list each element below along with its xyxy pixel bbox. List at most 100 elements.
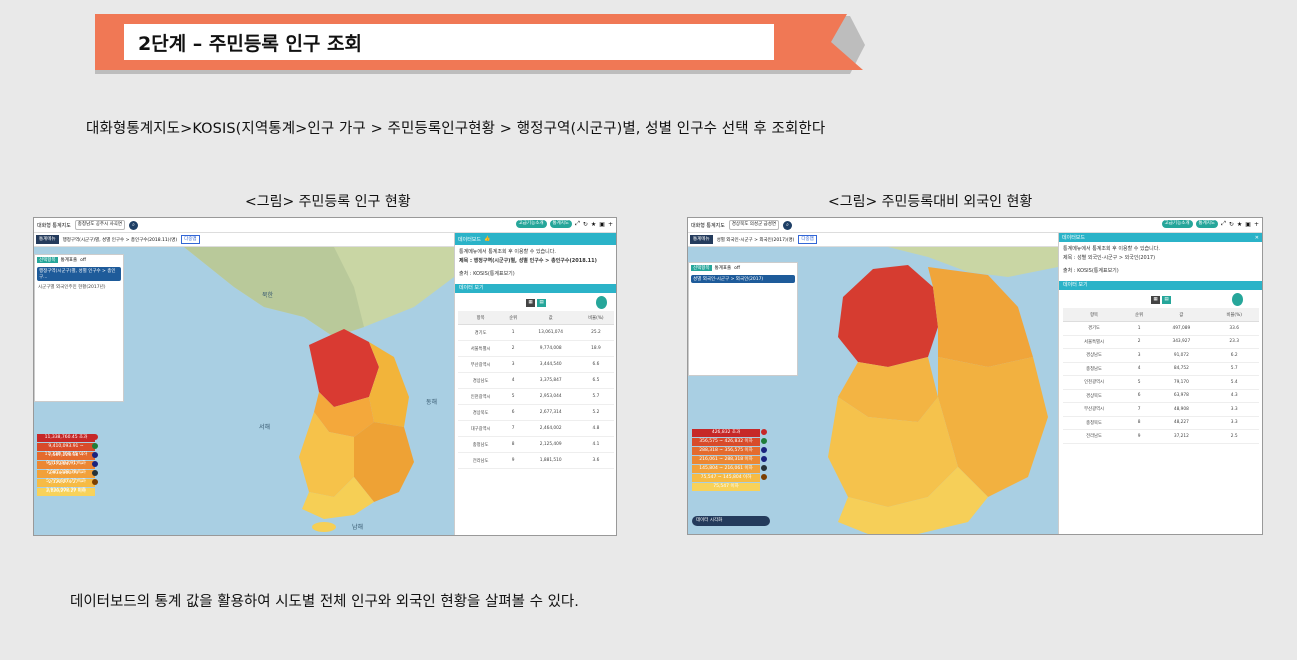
selected-items-chip[interactable]: 선택항목 — [691, 265, 712, 271]
table-cell: 18.9 — [578, 340, 614, 357]
off-toggle[interactable]: off — [80, 258, 86, 263]
table-row[interactable]: 경상북도 6 2,677,314 5.2 — [458, 404, 614, 421]
share-icon[interactable]: ⤢ — [1221, 220, 1226, 228]
table-cell: 2 — [502, 340, 524, 357]
toggle-chart[interactable]: ▦ — [1151, 296, 1160, 304]
view-toggle[interactable]: ▦ ▤ — [1059, 293, 1262, 306]
info-line-3[interactable]: 출처 : KOSIS(통계표보기) — [459, 270, 613, 279]
table-cell: 2,677,314 — [523, 404, 579, 421]
data-view-header[interactable]: 데이터 보기 — [455, 284, 616, 293]
stat-menu-button[interactable]: 통계메뉴 — [690, 235, 713, 244]
region-select[interactable]: 충청남도 공주시 사곡면 — [74, 220, 126, 230]
table-row[interactable]: 충청북도 8 48,227 3.3 — [1063, 416, 1259, 430]
extra-feature-button[interactable]: 고급기능소개 — [1161, 220, 1193, 228]
stat-display-label: 통계표출 — [60, 258, 78, 263]
plus-icon[interactable]: + — [1254, 221, 1259, 228]
left-panel-selected-item[interactable]: 행정구역(시군구)별, 성별 인구수 > 총인구... — [37, 267, 121, 281]
data-table: 항목 순위 값 비율(%) 경기도 1 13,061,074 25.2 서울특별시 2 9,… — [458, 311, 614, 469]
info-line-1: 통계메뉴에서 통계조회 후 이용할 수 있습니다. — [459, 249, 556, 255]
breadcrumb: 성별 외국인-시군구 > 외국인(2017)(명) — [716, 237, 795, 243]
map-legend: 426,832 초과 356,575 ~ 426,832 이하 288,318 … — [692, 429, 760, 492]
table-cell: 3.3 — [1209, 402, 1259, 417]
table-cell: 5.7 — [578, 388, 614, 405]
table-cell: 인천광역시 — [458, 388, 503, 405]
table-row[interactable]: 인천광역시 5 79,170 5.4 — [1063, 375, 1259, 390]
legend-color-dots[interactable] — [92, 434, 98, 485]
toggle-table[interactable]: ▤ — [1162, 296, 1171, 304]
legend-item: 2,120,274.27 이하 — [37, 488, 95, 496]
data-visual-button[interactable]: 데이터 시각화 — [692, 516, 770, 526]
multi-map-button[interactable]: 다중맵 — [181, 235, 200, 244]
legend-item: 145,804 ~ 216,061 이하 — [692, 465, 760, 473]
search-icon[interactable]: ⌕ — [783, 220, 793, 230]
table-row[interactable]: 경상북도 6 63,978 4.3 — [1063, 389, 1259, 403]
col-header: 항목 — [1063, 308, 1126, 322]
left-panel-selected-item[interactable]: 성별 외국인-시군구 > 외국인(2017) — [691, 275, 795, 283]
table-cell: 2 — [1125, 335, 1154, 349]
table-cell: 5.4 — [1209, 375, 1259, 390]
off-toggle[interactable]: off — [734, 266, 740, 271]
legend-item: 216,061 ~ 288,318 이하 — [692, 456, 760, 464]
stat-menu-button[interactable]: 통계메뉴 — [36, 235, 59, 244]
toggle-table[interactable]: ▤ — [537, 299, 546, 307]
left-panel-sub-item[interactable]: 시군구별 외국인주민 현황(2017년) — [35, 283, 123, 291]
table-row[interactable]: 서울특별시 2 9,774,008 18.9 — [458, 340, 614, 357]
table-cell: 6.2 — [1209, 348, 1259, 363]
legend-color-dots[interactable] — [761, 429, 767, 480]
data-view-header[interactable]: 데이터 보기 — [1059, 281, 1262, 290]
stat-map-button[interactable]: 통계지도 — [549, 220, 573, 228]
table-row[interactable]: 전라남도 9 37,212 2.5 — [1063, 429, 1259, 444]
table-cell: 충청북도 — [1063, 416, 1126, 430]
table-row[interactable]: 전라남도 9 1,881,510 3.6 — [458, 452, 614, 469]
info-line-2: 제목 : 행정구역(시군구)별, 성별 인구수 > 총인구수(2018.11) — [459, 258, 597, 264]
app-topbar: 대화형 통계지도 경상북도 의성군 금성면 ⌕ 고급기능소개 통계지도 ⤢ ↻ … — [688, 218, 1262, 233]
table-cell: 3,444,540 — [523, 356, 579, 373]
table-row[interactable]: 경기도 1 497,089 33.6 — [1063, 321, 1259, 336]
share-icon[interactable]: ⤢ — [575, 220, 580, 228]
table-row[interactable]: 서울특별시 2 343,927 23.3 — [1063, 335, 1259, 349]
print-icon[interactable]: ▣ — [1245, 221, 1251, 228]
table-cell: 8 — [1125, 416, 1154, 430]
table-row[interactable]: 충청남도 8 2,125,409 4.1 — [458, 436, 614, 453]
excel-download-icon[interactable] — [596, 296, 607, 309]
view-toggle[interactable]: ▦ ▤ — [455, 296, 616, 309]
table-row[interactable]: 인천광역시 5 2,953,044 5.7 — [458, 388, 614, 405]
search-icon[interactable]: ⌕ — [129, 220, 139, 230]
toggle-chart[interactable]: ▦ — [526, 299, 535, 307]
multi-map-button[interactable]: 다중맵 — [798, 235, 817, 244]
table-row[interactable]: 부산광역시 3 3,444,540 6.6 — [458, 356, 614, 373]
extra-feature-button[interactable]: 고급기능소개 — [515, 220, 547, 228]
star-icon[interactable]: ★ — [591, 221, 596, 228]
table-cell: 5.7 — [1209, 362, 1259, 376]
stat-map-button[interactable]: 통계지도 — [1195, 220, 1219, 228]
close-icon[interactable]: ✕ — [1255, 235, 1259, 241]
table-cell: 9,774,008 — [523, 340, 579, 357]
excel-download-icon[interactable] — [1232, 293, 1243, 306]
app-title: 대화형 통계지도 — [691, 222, 725, 229]
refresh-icon[interactable]: ↻ — [583, 221, 588, 228]
table-cell: 경상북도 — [1063, 389, 1126, 403]
refresh-icon[interactable]: ↻ — [1229, 221, 1234, 228]
table-row[interactable]: 대구광역시 7 2,464,002 4.8 — [458, 420, 614, 437]
col-header: 비율(%) — [1209, 308, 1259, 322]
table-row[interactable]: 경상남도 4 3,375,847 6.5 — [458, 372, 614, 389]
table-row[interactable]: 경기도 1 13,061,074 25.2 — [458, 324, 614, 341]
table-cell: 경상남도 — [1063, 348, 1126, 363]
region-select[interactable]: 경상북도 의성군 금성면 — [728, 220, 780, 230]
legend-item: 75,547 ~ 145,804 이하 — [692, 474, 760, 482]
table-row[interactable]: 충청남도 4 84,752 5.7 — [1063, 362, 1259, 376]
plus-icon[interactable]: + — [608, 221, 613, 228]
thumb-icon: 👍 — [484, 236, 491, 242]
table-row[interactable]: 경상남도 3 91,072 6.2 — [1063, 348, 1259, 363]
print-icon[interactable]: ▣ — [599, 221, 605, 228]
table-cell: 충청남도 — [1063, 362, 1126, 376]
table-cell: 3 — [1125, 348, 1154, 363]
table-row[interactable]: 부산광역시 7 48,908 3.3 — [1063, 402, 1259, 417]
info-line-3[interactable]: 출처 : KOSIS(통계표보기) — [1063, 267, 1259, 276]
map-subbar: 통계메뉴 성별 외국인-시군구 > 외국인(2017)(명) 다중맵 — [688, 233, 1058, 247]
table-cell: 4.3 — [1209, 389, 1259, 403]
selected-items-chip[interactable]: 선택항목 — [37, 257, 58, 263]
data-board-panel: 데이터보드 ✕ 통계메뉴에서 통계조회 후 이용할 수 있습니다. 제목 : 성… — [1058, 233, 1262, 534]
table-cell: 497,089 — [1153, 321, 1210, 336]
star-icon[interactable]: ★ — [1237, 221, 1242, 228]
